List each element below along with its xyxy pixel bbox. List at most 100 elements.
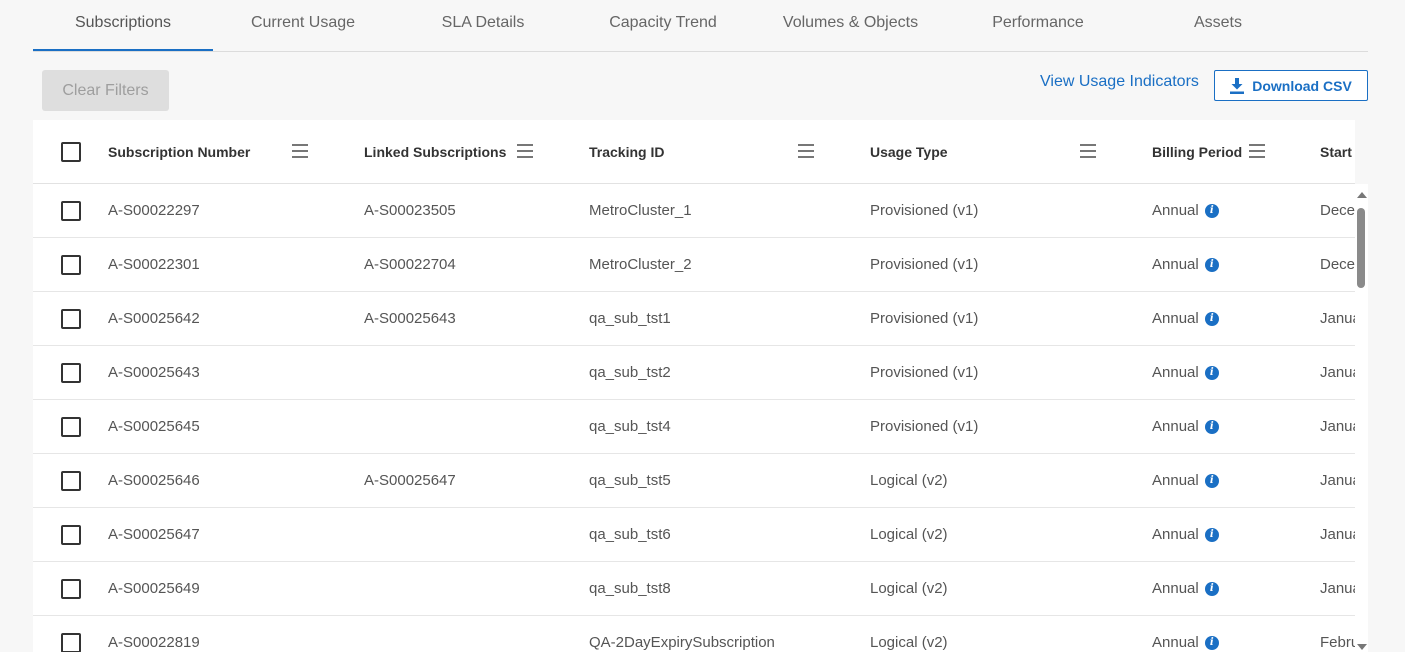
cell-subscription-number: A-S00022297 — [108, 184, 348, 237]
cell-linked-subscriptions: A-S00023505 — [364, 184, 574, 237]
cell-subscription-number: A-S00022819 — [108, 616, 348, 652]
cell-usage-type-text: Logical (v2) — [870, 634, 948, 651]
row-select-checkbox[interactable] — [61, 255, 81, 275]
select-all-checkbox[interactable] — [61, 142, 81, 162]
cell-start-date-text: Janua — [1320, 418, 1355, 435]
column-menu-icon[interactable] — [292, 144, 308, 158]
cell-linked-subscriptions — [364, 508, 574, 561]
column-header-linked-subscriptions[interactable]: Linked Subscriptions — [364, 120, 514, 183]
table-row[interactable]: A-S00025642 A-S00025643 qa_sub_tst1 Provisi… — [33, 292, 1355, 346]
scroll-thumb[interactable] — [1357, 208, 1365, 288]
cell-start-date-text: Janua — [1320, 310, 1355, 327]
scroll-up-arrow-icon[interactable] — [1357, 192, 1367, 198]
column-header-usage-type[interactable]: Usage Type — [870, 120, 1050, 183]
cell-billing-period: Annual i — [1152, 184, 1312, 237]
tab-current-usage[interactable]: Current Usage — [218, 0, 388, 49]
cell-usage-type: Provisioned (v1) — [870, 292, 1140, 345]
cell-usage-type-text: Logical (v2) — [870, 580, 948, 597]
row-select-checkbox[interactable] — [61, 471, 81, 491]
tab-capacity-trend[interactable]: Capacity Trend — [583, 0, 743, 49]
table-row[interactable]: A-S00025645 qa_sub_tst4 Provisioned (v1) An… — [33, 400, 1355, 454]
column-menu-icon[interactable] — [798, 144, 814, 158]
info-icon[interactable]: i — [1204, 311, 1219, 326]
row-select-checkbox[interactable] — [61, 309, 81, 329]
info-icon[interactable]: i — [1204, 203, 1219, 218]
cell-start-date: Febru — [1320, 616, 1355, 652]
cell-start-date-text: Dece — [1320, 256, 1355, 273]
cell-linked-subscriptions: A-S00025643 — [364, 292, 574, 345]
scroll-down-arrow-icon[interactable] — [1357, 644, 1367, 650]
tab-assets[interactable]: Assets — [1143, 0, 1293, 49]
cell-start-date-text: Dece — [1320, 202, 1355, 219]
cell-billing-period: Annual i — [1152, 616, 1312, 652]
cell-usage-type-text: Provisioned (v1) — [870, 256, 979, 273]
clear-filters-button[interactable]: Clear Filters — [42, 70, 169, 111]
info-icon[interactable]: i — [1204, 473, 1219, 488]
cell-tracking-id: qa_sub_tst8 — [589, 562, 859, 615]
row-select-checkbox[interactable] — [61, 201, 81, 221]
cell-linked-subscriptions-text: A-S00022704 — [364, 256, 456, 273]
cell-usage-type: Provisioned (v1) — [870, 238, 1140, 291]
cell-start-date: Janua — [1320, 562, 1355, 615]
tab-sla-details[interactable]: SLA Details — [403, 0, 563, 49]
row-select-checkbox[interactable] — [61, 633, 81, 652]
cell-usage-type-text: Provisioned (v1) — [870, 364, 979, 381]
column-menu-icon[interactable] — [1249, 144, 1265, 158]
info-icon[interactable]: i — [1204, 419, 1219, 434]
cell-start-date: Janua — [1320, 508, 1355, 561]
cell-start-date-text: Janua — [1320, 364, 1355, 381]
cell-usage-type: Logical (v2) — [870, 454, 1140, 507]
table-row[interactable]: A-S00022297 A-S00023505 MetroCluster_1 Prov… — [33, 184, 1355, 238]
info-icon[interactable]: i — [1204, 527, 1219, 542]
cell-billing-period-text: Annual — [1152, 418, 1199, 435]
cell-linked-subscriptions — [364, 616, 574, 652]
cell-tracking-id-text: MetroCluster_1 — [589, 202, 692, 219]
column-menu-icon[interactable] — [517, 144, 533, 158]
info-icon[interactable]: i — [1204, 581, 1219, 596]
cell-tracking-id-text: QA-2DayExpirySubscription — [589, 634, 775, 651]
table-scrollbar[interactable] — [1355, 184, 1368, 652]
download-csv-button[interactable]: Download CSV — [1214, 70, 1368, 101]
tab-volumes-objects[interactable]: Volumes & Objects — [763, 0, 938, 49]
cell-subscription-number: A-S00025645 — [108, 400, 348, 453]
cell-linked-subscriptions-text: A-S00025647 — [364, 472, 456, 489]
column-header-tracking-id[interactable]: Tracking ID — [589, 120, 769, 183]
info-icon[interactable]: i — [1204, 365, 1219, 380]
cell-subscription-number-text: A-S00025649 — [108, 580, 200, 597]
cell-billing-period-text: Annual — [1152, 364, 1199, 381]
table-row[interactable]: A-S00025643 qa_sub_tst2 Provisioned (v1) An… — [33, 346, 1355, 400]
cell-linked-subscriptions-text: A-S00025643 — [364, 310, 456, 327]
cell-subscription-number: A-S00025647 — [108, 508, 348, 561]
row-select-checkbox[interactable] — [61, 525, 81, 545]
cell-start-date: Janua — [1320, 292, 1355, 345]
row-select-checkbox[interactable] — [61, 363, 81, 383]
table-row[interactable]: A-S00025649 qa_sub_tst8 Logical (v2) Annual… — [33, 562, 1355, 616]
table-row[interactable]: A-S00022301 A-S00022704 MetroCluster_2 Prov… — [33, 238, 1355, 292]
row-select-checkbox[interactable] — [61, 417, 81, 437]
table-row[interactable]: A-S00022819 QA-2DayExpirySubscription Logi… — [33, 616, 1355, 652]
tab-subscriptions[interactable]: Subscriptions — [33, 0, 213, 51]
tab-bar: Subscriptions Current Usage SLA Details … — [33, 0, 1368, 52]
column-menu-icon[interactable] — [1080, 144, 1096, 158]
cell-subscription-number: A-S00025642 — [108, 292, 348, 345]
cell-tracking-id-text: qa_sub_tst5 — [589, 472, 671, 489]
info-icon[interactable]: i — [1204, 635, 1219, 650]
cell-tracking-id: MetroCluster_2 — [589, 238, 859, 291]
tab-performance[interactable]: Performance — [958, 0, 1118, 49]
cell-linked-subscriptions — [364, 346, 574, 399]
column-header-start-date[interactable]: Start D — [1320, 120, 1355, 183]
view-usage-indicators-link[interactable]: View Usage Indicators — [1040, 73, 1199, 91]
cell-billing-period: Annual i — [1152, 508, 1312, 561]
cell-start-date: Janua — [1320, 400, 1355, 453]
cell-billing-period-text: Annual — [1152, 526, 1199, 543]
cell-linked-subscriptions — [364, 562, 574, 615]
table-row[interactable]: A-S00025647 qa_sub_tst6 Logical (v2) Annual… — [33, 508, 1355, 562]
cell-billing-period: Annual i — [1152, 454, 1312, 507]
column-header-subscription-number[interactable]: Subscription Number — [108, 120, 288, 183]
column-header-billing-period[interactable]: Billing Period — [1152, 120, 1247, 183]
cell-usage-type-text: Provisioned (v1) — [870, 310, 979, 327]
cell-billing-period-text: Annual — [1152, 256, 1199, 273]
row-select-checkbox[interactable] — [61, 579, 81, 599]
table-row[interactable]: A-S00025646 A-S00025647 qa_sub_tst5 Logical… — [33, 454, 1355, 508]
info-icon[interactable]: i — [1204, 257, 1219, 272]
